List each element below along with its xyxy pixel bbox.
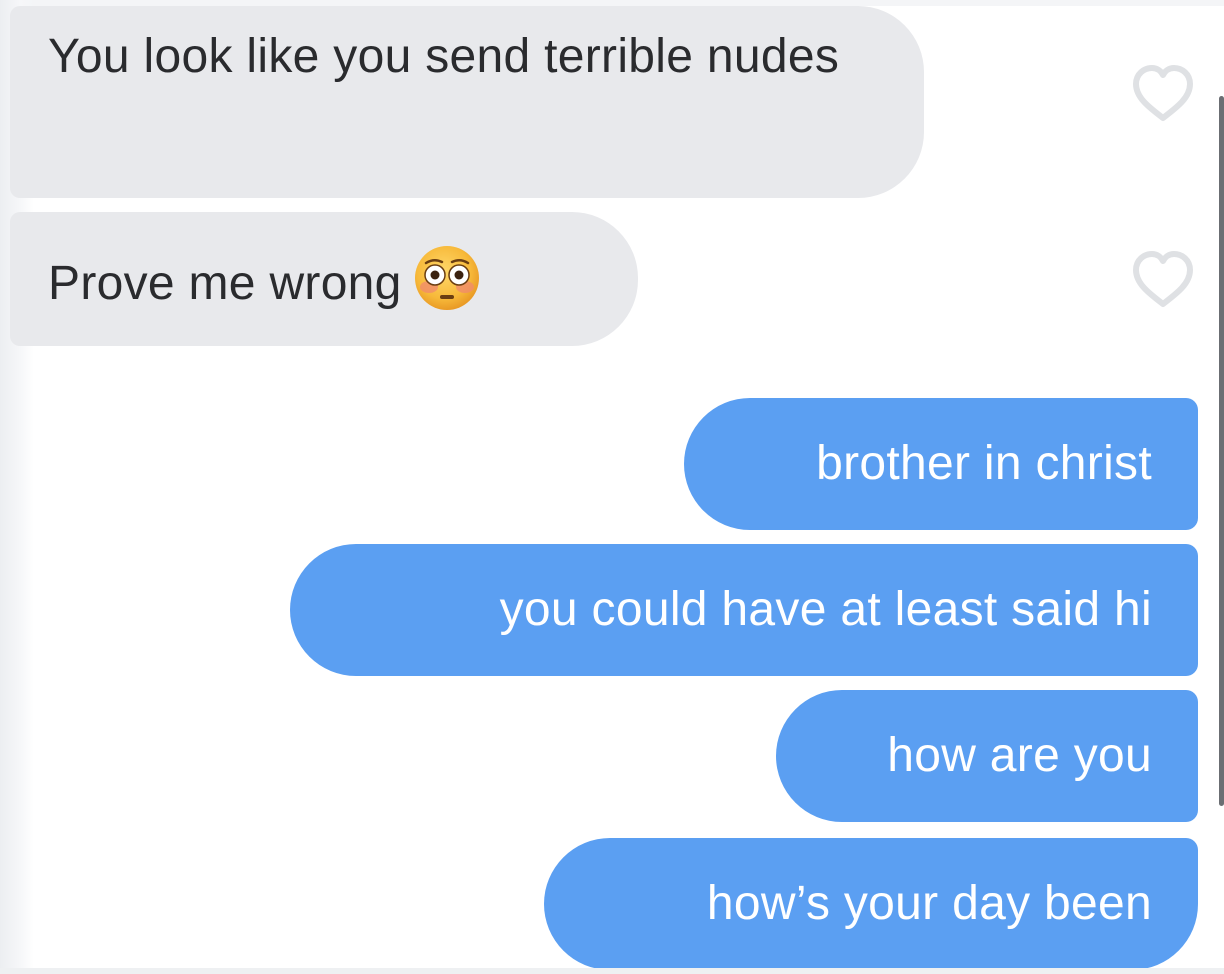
message-text: brother in christ (816, 437, 1152, 490)
message-text: Prove me wrong (48, 257, 402, 310)
scrollbar[interactable] (1219, 96, 1224, 806)
message-text: how are you (887, 729, 1152, 782)
sent-message-bubble[interactable]: you could have at least said hi (290, 544, 1198, 676)
sent-message-bubble[interactable]: how’s your day been (544, 838, 1198, 970)
sent-message-bubble[interactable]: brother in christ (684, 398, 1198, 530)
message-text: how’s your day been (706, 877, 1152, 930)
message-text: You look like you send terrible nudes (48, 30, 840, 83)
flushed-face-emoji (412, 243, 482, 313)
received-message-bubble[interactable]: Prove me wrong (10, 212, 638, 346)
message-text: you could have at least said hi (499, 583, 1152, 636)
sent-message-bubble[interactable]: how are you (776, 690, 1198, 822)
like-heart-icon[interactable] (1128, 62, 1198, 126)
chat-thread: You look like you send terrible nudes Pr… (0, 0, 1224, 974)
bottom-edge (0, 968, 1224, 974)
received-message-bubble[interactable]: You look like you send terrible nudes (10, 6, 924, 198)
like-heart-icon[interactable] (1128, 248, 1198, 312)
